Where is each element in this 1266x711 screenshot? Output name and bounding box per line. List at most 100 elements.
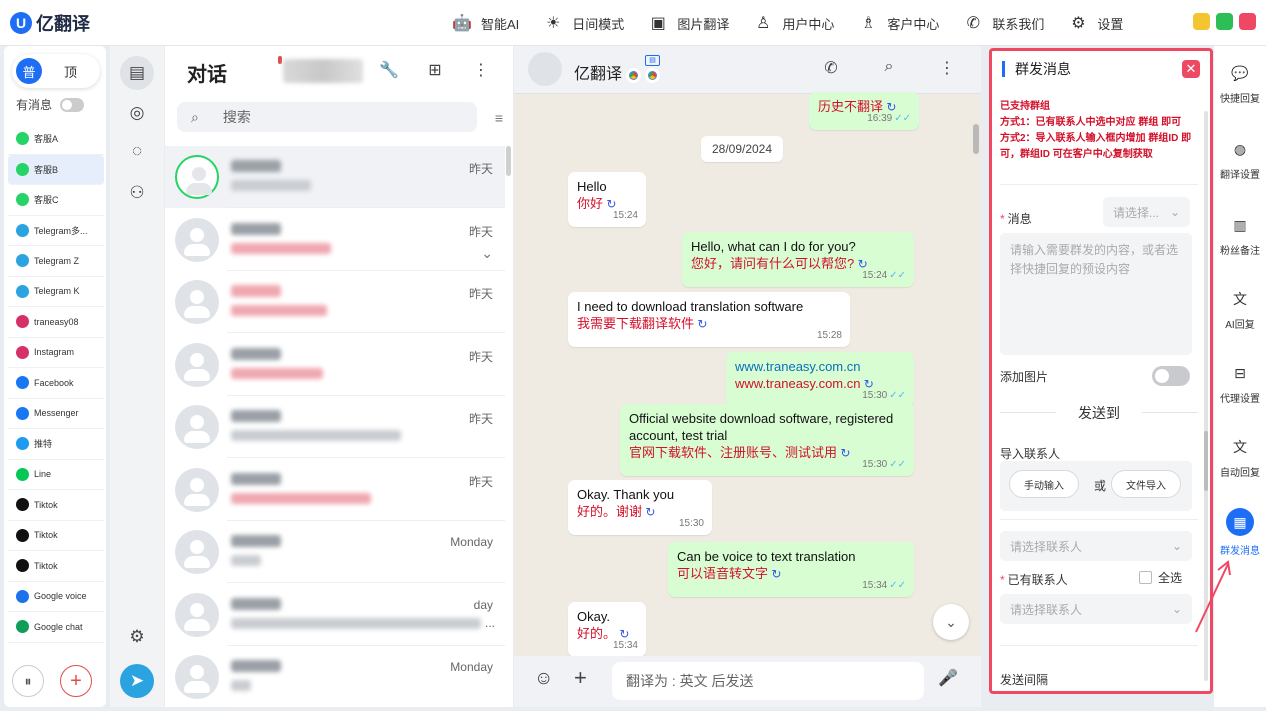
contact-avatar[interactable] <box>528 52 562 86</box>
account-item[interactable]: Google chat <box>8 612 104 643</box>
side-tool-item[interactable]: ⊟ 代理设置 <box>1214 362 1266 406</box>
account-item[interactable]: Tiktok <box>8 521 104 551</box>
chat-item[interactable]: 昨天 <box>165 334 505 396</box>
chat-item[interactable]: 昨天 ⌄ <box>165 209 505 271</box>
collapse-button[interactable]: ⏸ <box>12 665 44 697</box>
mic-icon[interactable]: 🎤 <box>938 668 958 688</box>
retranslate-icon[interactable]: ↻ <box>768 567 781 581</box>
chevron-down-icon[interactable]: ⌄ <box>481 245 493 262</box>
chat-item-body: 昨天 <box>227 334 505 396</box>
chevron-down-icon: ⌄ <box>1171 602 1182 616</box>
search-icon[interactable]: ⌕ <box>877 58 901 78</box>
close-button[interactable] <box>1239 13 1256 30</box>
send-interval-label: 发送间隔 <box>1000 673 1049 687</box>
retranslate-icon[interactable]: ↻ <box>837 446 850 460</box>
existing-contact-select[interactable]: 请选择联系人 ⌄ <box>1000 594 1192 624</box>
account-item[interactable]: Telegram Z <box>8 246 104 277</box>
import-contact-select[interactable]: 请选择联系人 ⌄ <box>1000 531 1192 561</box>
emoji-icon[interactable]: ☺ <box>534 668 553 690</box>
more-icon[interactable]: ⋮ <box>469 58 493 82</box>
telegram-icon[interactable]: ➤ <box>120 664 154 698</box>
segment-top[interactable]: 顶 <box>64 62 77 81</box>
chats-icon[interactable]: ▤ <box>120 56 154 90</box>
call-icon[interactable]: ✆ <box>819 58 843 78</box>
chat-item[interactable]: Monday <box>165 646 505 708</box>
side-tool-item[interactable]: ▥ 粉丝备注 <box>1214 214 1266 258</box>
contact-name[interactable]: 亿翻译 <box>574 60 622 84</box>
chat-item[interactable]: 昨天 <box>165 459 505 521</box>
chat-list-title: 对话 <box>187 64 227 86</box>
channels-icon[interactable]: ◌ <box>120 134 154 168</box>
select-all[interactable]: 全选 <box>1139 569 1182 586</box>
account-item[interactable]: 客服A <box>8 124 104 155</box>
chat-item[interactable]: 昨天 <box>165 146 505 208</box>
message-textarea[interactable]: 请输入需要群发的内容，或者选择快捷回复的预设内容 <box>1000 233 1192 355</box>
manual-input-button[interactable]: 手动输入 <box>1009 470 1079 498</box>
message-time-text: 16:39 <box>867 113 893 124</box>
platform-icon <box>16 498 29 512</box>
top-menu-item[interactable]: ♙ 用户中心 <box>751 11 834 35</box>
close-icon[interactable]: ✕ <box>1182 60 1200 78</box>
conversation-scrollbar[interactable] <box>973 124 979 154</box>
chat-list-panel: 对话 🔧 ⊞ ⋮ ⌕ 搜索 ≡ 昨天 昨天 ⌄ 昨天 昨天 昨天 昨天 Monday day..… <box>165 46 513 708</box>
wrench-icon[interactable]: 🔧 <box>377 58 401 82</box>
side-tool-item[interactable]: ▦ 群发消息 <box>1214 508 1266 557</box>
account-panel: 普 顶 有消息 客服A 客服B 客服C Telegram多... Telegram Z T… <box>4 46 106 707</box>
account-item[interactable]: Line <box>8 460 104 490</box>
scroll-down-button[interactable]: ⌄ <box>933 604 969 640</box>
account-item[interactable]: Tiktok <box>8 490 104 521</box>
top-menu-item[interactable]: ☀ 日间模式 <box>541 11 624 35</box>
add-image-toggle[interactable] <box>1152 366 1190 386</box>
account-item[interactable]: Messenger <box>8 399 104 429</box>
side-tool-item[interactable]: 文自动回复 <box>1214 436 1266 479</box>
retranslate-icon[interactable]: ↻ <box>642 505 655 519</box>
last-message-blurred <box>231 680 251 691</box>
top-menu-item[interactable]: ✆ 联系我们 <box>961 11 1045 35</box>
chat-item[interactable]: Monday <box>165 521 505 583</box>
account-item[interactable]: 客服C <box>8 185 104 216</box>
chat-list-scrollbar[interactable] <box>506 146 511 176</box>
account-item[interactable]: Instagram <box>8 338 104 368</box>
communities-icon[interactable]: ⚇ <box>120 176 154 210</box>
retranslate-icon[interactable]: ↻ <box>694 317 707 331</box>
add-account-button[interactable]: + <box>60 665 92 697</box>
minimize-button[interactable] <box>1193 13 1210 30</box>
maximize-button[interactable] <box>1216 13 1233 30</box>
chat-item[interactable]: day... <box>165 584 505 646</box>
chat-item[interactable]: 昨天 <box>165 396 505 458</box>
side-tool-item[interactable]: 💬 快捷回复 <box>1214 62 1266 106</box>
outgoing-message: Can be voice to text translation 可以语音转文字 … <box>668 542 914 597</box>
search-box[interactable]: ⌕ 搜索 <box>177 102 477 132</box>
message-input[interactable]: 翻译为 : 英文 后发送 <box>612 662 924 700</box>
file-import-button[interactable]: 文件导入 <box>1111 470 1181 498</box>
top-menu-item[interactable]: ♗ 客户中心 <box>856 11 939 35</box>
more-icon[interactable]: ⋮ <box>935 58 959 78</box>
account-item[interactable]: 推特 <box>8 429 104 460</box>
filter-icon[interactable]: ≡ <box>495 110 503 126</box>
quick-reply-select[interactable]: 请选择... ⌄ <box>1103 197 1190 227</box>
top-menu-item[interactable]: ▣ 图片翻译 <box>646 11 730 35</box>
has-message-toggle[interactable] <box>60 97 85 112</box>
top-menu-item[interactable]: ⚙ 设置 <box>1066 11 1123 35</box>
chat-item[interactable]: 昨天 <box>165 271 505 333</box>
top-menu-item[interactable]: 🤖 智能AI <box>450 11 519 35</box>
account-item[interactable]: Google voice <box>8 582 104 612</box>
account-item[interactable]: Telegram K <box>8 277 104 307</box>
message-time: 15:24 <box>613 207 638 224</box>
select-all-checkbox[interactable] <box>1139 571 1152 584</box>
account-item[interactable]: Tiktok <box>8 551 104 582</box>
account-item[interactable]: Facebook <box>8 368 104 399</box>
account-item[interactable]: Telegram多... <box>8 216 104 246</box>
account-item[interactable]: traneasy08 <box>8 307 104 338</box>
attach-icon[interactable]: + <box>574 665 587 691</box>
settings-icon[interactable]: ⚙ <box>120 620 154 654</box>
search-input[interactable]: 搜索 <box>223 107 251 127</box>
new-chat-icon[interactable]: ⊞ <box>423 58 447 82</box>
outgoing-message: www.traneasy.com.cn www.traneasy.com.cn ↻… <box>726 352 914 407</box>
side-tool-item[interactable]: ◍ 翻译设置 <box>1214 138 1266 182</box>
segment-normal[interactable]: 普 <box>16 58 42 84</box>
account-item[interactable]: 客服B <box>8 154 104 185</box>
side-tool-item[interactable]: 文 AI回复 <box>1214 288 1266 331</box>
status-icon[interactable]: ◎ <box>120 96 154 130</box>
pin-segment[interactable]: 普 顶 <box>12 54 100 88</box>
